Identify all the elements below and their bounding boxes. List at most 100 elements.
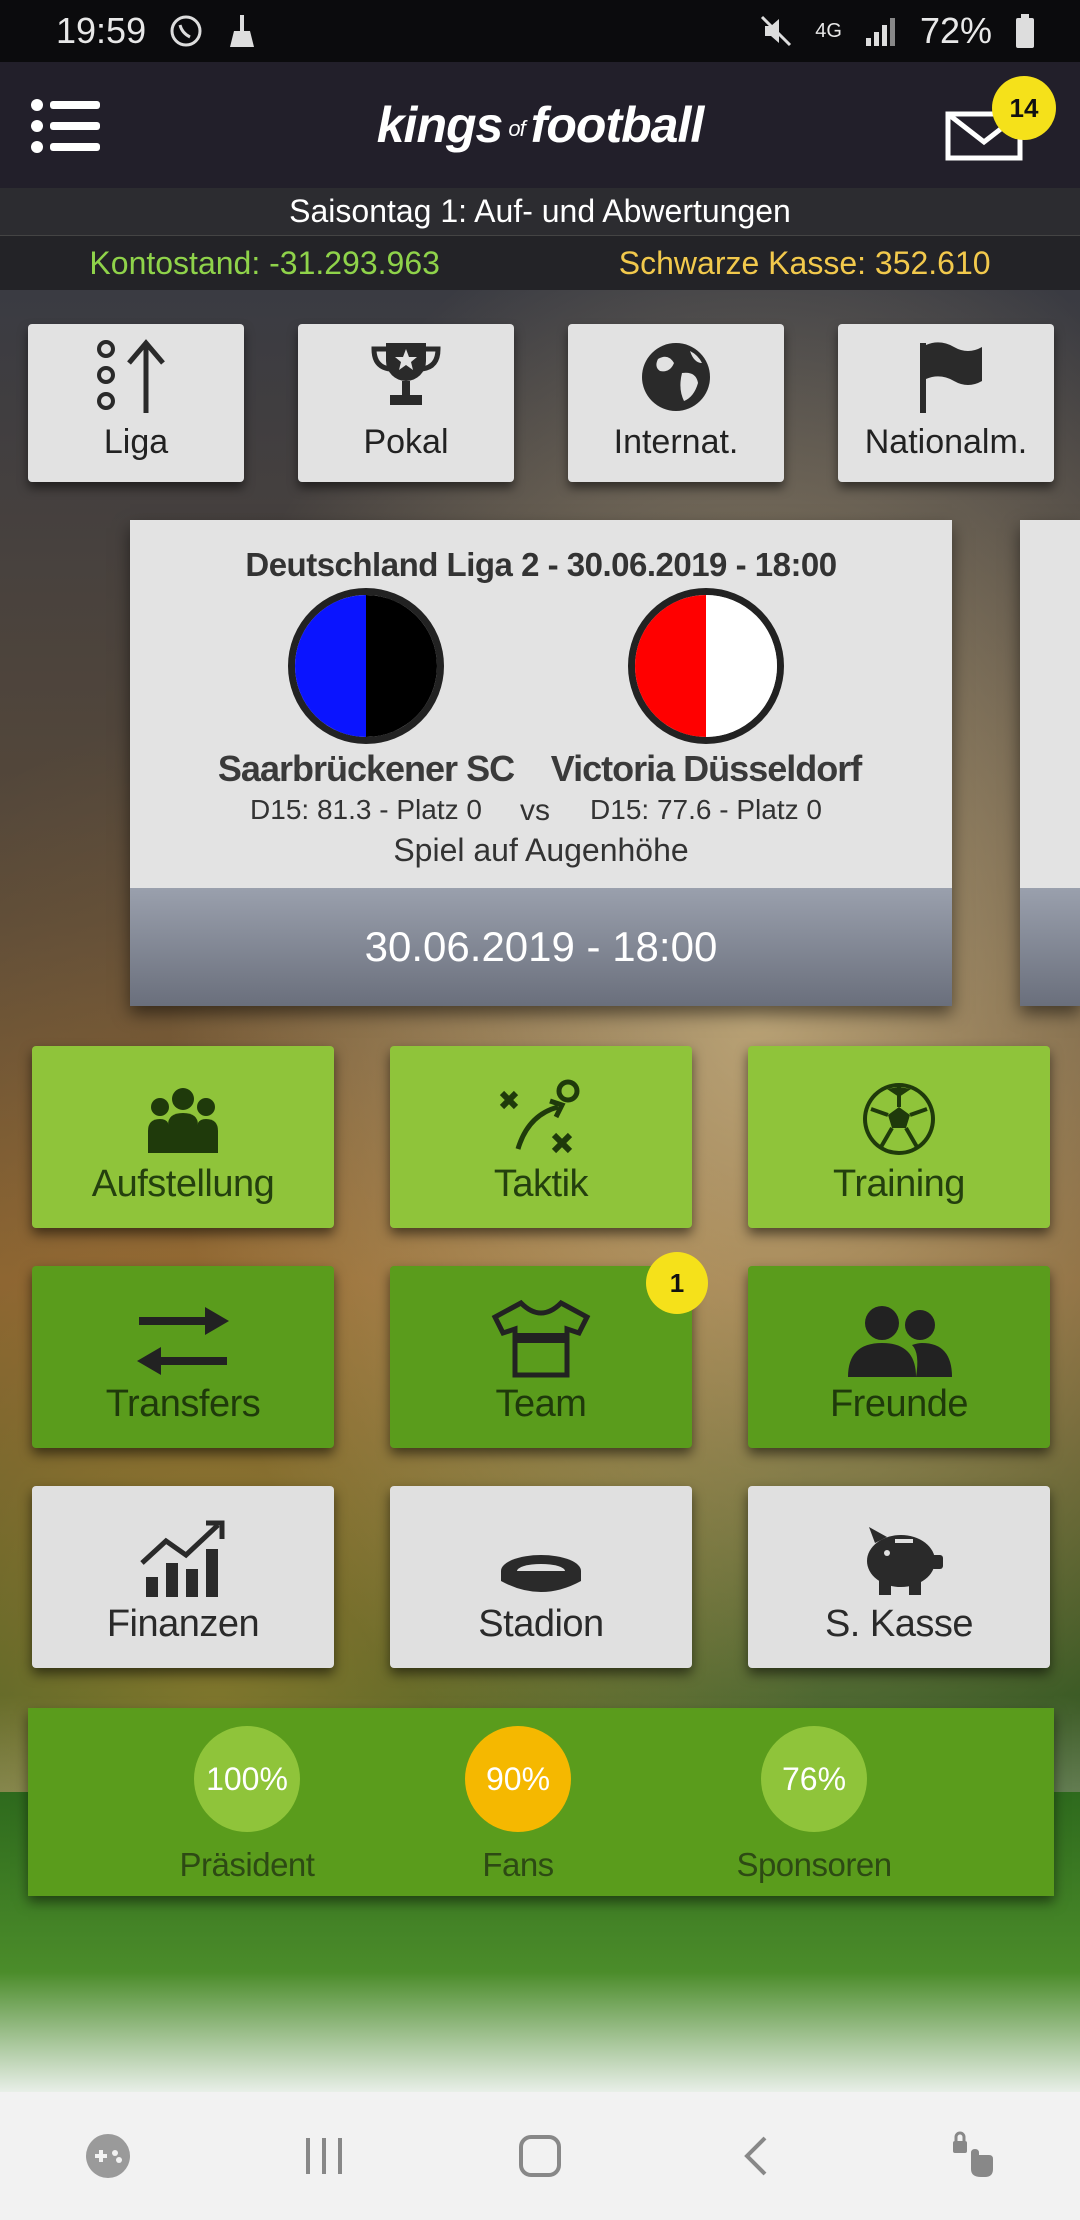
- piggy-bank-icon: [867, 1527, 943, 1595]
- finance-chart-icon: [140, 1520, 225, 1597]
- money-bar: Kontostand: -31.293.963 Schwarze Kasse: …: [0, 236, 1080, 290]
- trophy-icon: [371, 343, 441, 405]
- schwarze-kasse-label: S. Kasse: [824, 1603, 974, 1645]
- taktik-button[interactable]: Taktik: [390, 1046, 692, 1228]
- hamburger-menu-icon: [31, 99, 100, 153]
- home-team-stats: D15: 81.3 - Platz 0: [250, 794, 482, 825]
- team-label: Team: [495, 1383, 587, 1425]
- game-controller-icon: [86, 2134, 130, 2178]
- match-datetime: 30.06.2019 - 18:00: [364, 923, 718, 970]
- transfers-label: Transfers: [105, 1383, 261, 1425]
- recent-apps-button[interactable]: [284, 2116, 364, 2196]
- stadion-button[interactable]: Stadion: [390, 1486, 692, 1668]
- back-button[interactable]: [716, 2116, 796, 2196]
- whatsapp-icon: [168, 13, 204, 49]
- signal-icon: [864, 16, 898, 46]
- sponsors-satisfaction-value: 76%: [781, 1760, 847, 1797]
- president-satisfaction: 100% Präsident: [147, 1726, 347, 1884]
- touch-lock-icon: [953, 2131, 993, 2177]
- nav-nationalmannschaft-button[interactable]: Nationalm.: [838, 324, 1054, 482]
- transfer-arrows-icon: [137, 1307, 229, 1375]
- system-navigation-bar: [0, 2092, 1080, 2220]
- lineup-people-icon: [148, 1088, 218, 1153]
- assistive-touch-button[interactable]: [932, 2116, 1012, 2196]
- app-header: kings of football 14: [0, 62, 1080, 188]
- fans-satisfaction: 90% Fans: [418, 1726, 618, 1884]
- home-color-left: [295, 595, 366, 737]
- account-balance: Kontostand: -31.293.963: [89, 244, 440, 281]
- home-icon: [519, 2135, 561, 2177]
- training-label: Training: [833, 1163, 965, 1205]
- flag-icon: [920, 342, 982, 413]
- mute-icon: [759, 14, 793, 48]
- mail-count-badge: 14: [992, 76, 1056, 140]
- logo-of: of: [508, 115, 525, 141]
- president-satisfaction-circle: 100%: [194, 1726, 300, 1832]
- satisfaction-panel[interactable]: 100% Präsident 90% Fans 76% Sponsoren: [28, 1708, 1054, 1896]
- match-card[interactable]: Deutschland Liga 2 - 30.06.2019 - 18:00 …: [130, 520, 952, 1006]
- nav-pokal-label: Pokal: [363, 423, 449, 461]
- finanzen-label: Finanzen: [106, 1603, 260, 1645]
- stadium-icon: [501, 1555, 581, 1592]
- next-match-card-peek[interactable]: [1020, 520, 1080, 1006]
- nav-international-button[interactable]: Internat.: [568, 324, 784, 482]
- aufstellung-label: Aufstellung: [91, 1163, 275, 1205]
- match-title: Deutschland Liga 2 - 30.06.2019 - 18:00: [245, 546, 837, 583]
- recent-apps-icon: [306, 2138, 342, 2174]
- sponsors-satisfaction: 76% Sponsoren: [714, 1726, 914, 1884]
- game-launcher-button[interactable]: [68, 2116, 148, 2196]
- tactics-icon: [499, 1079, 580, 1154]
- jersey-icon: [491, 1299, 591, 1378]
- home-button[interactable]: [500, 2116, 580, 2196]
- match-datetime-button[interactable]: 30.06.2019 - 18:00: [130, 888, 952, 1006]
- fans-satisfaction-value: 90%: [485, 1760, 551, 1797]
- sponsors-satisfaction-label: Sponsoren: [736, 1846, 892, 1883]
- fans-satisfaction-label: Fans: [482, 1846, 554, 1883]
- battery-icon: [1014, 13, 1036, 49]
- globe-icon: [642, 343, 710, 411]
- home-color-right: [366, 595, 437, 737]
- home-team-logo: [288, 588, 444, 744]
- league-ranking-icon: [97, 339, 165, 413]
- transfers-button[interactable]: Transfers: [32, 1266, 334, 1448]
- finanzen-button[interactable]: Finanzen: [32, 1486, 334, 1668]
- away-team-name: Victoria Düsseldorf: [550, 748, 862, 789]
- black-cash-balance: Schwarze Kasse: 352.610: [618, 244, 991, 281]
- nav-pokal-button[interactable]: Pokal: [298, 324, 514, 482]
- nav-nationalmannschaft-label: Nationalm.: [864, 423, 1028, 461]
- battery-percent: 72%: [919, 10, 992, 51]
- home-team-name: Saarbrückener SC: [217, 748, 515, 789]
- app-logo: kings of football: [376, 96, 705, 154]
- away-color-right: [706, 595, 777, 737]
- stadion-label: Stadion: [478, 1603, 604, 1645]
- away-team-stats: D15: 77.6 - Platz 0: [590, 794, 822, 825]
- president-satisfaction-value: 100%: [206, 1760, 288, 1797]
- away-team-logo: [628, 588, 784, 744]
- fans-satisfaction-circle: 90%: [465, 1726, 571, 1832]
- sponsors-satisfaction-circle: 76%: [761, 1726, 867, 1832]
- freunde-button[interactable]: Freunde: [748, 1266, 1050, 1448]
- logo-kings: kings: [376, 97, 504, 153]
- friends-icon: [848, 1306, 952, 1377]
- president-satisfaction-label: Präsident: [179, 1846, 315, 1883]
- logo-football: football: [530, 97, 705, 153]
- match-assessment: Spiel auf Augenhöhe: [393, 832, 689, 868]
- nav-liga-label: Liga: [103, 423, 169, 461]
- season-label: Saisontag 1: Auf- und Abwertungen: [289, 193, 791, 229]
- network-type: 4G: [815, 19, 842, 42]
- status-time: 19:59: [56, 10, 147, 51]
- nav-liga-button[interactable]: Liga: [28, 324, 244, 482]
- taktik-label: Taktik: [493, 1163, 589, 1205]
- team-notification-badge: 1: [646, 1252, 708, 1314]
- schwarze-kasse-button[interactable]: S. Kasse: [748, 1486, 1050, 1668]
- nav-international-label: Internat.: [613, 423, 739, 461]
- away-color-left: [635, 595, 706, 737]
- training-button[interactable]: Training: [748, 1046, 1050, 1228]
- season-status: Saisontag 1: Auf- und Abwertungen: [0, 188, 1080, 236]
- status-bar: 19:59 4G 72%: [0, 0, 1080, 62]
- team-button[interactable]: Team: [390, 1266, 692, 1448]
- menu-button[interactable]: [30, 98, 102, 154]
- cleaner-broom-icon: [226, 13, 258, 49]
- aufstellung-button[interactable]: Aufstellung: [32, 1046, 334, 1228]
- soccer-ball-icon: [863, 1083, 935, 1155]
